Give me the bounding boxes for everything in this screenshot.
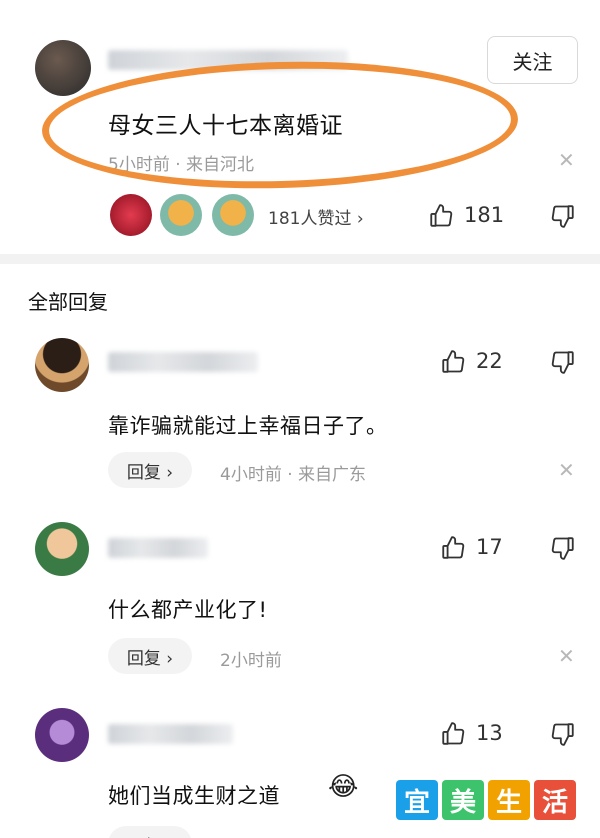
- comment-avatar[interactable]: [35, 708, 89, 762]
- likers-summary-link[interactable]: 181人赞过 ›: [268, 204, 364, 229]
- thumbs-down-icon[interactable]: [550, 536, 576, 562]
- comment-username-blurred: [108, 352, 258, 372]
- comment-like-button[interactable]: 13: [440, 720, 503, 746]
- reply-button[interactable]: 回复 ›: [108, 826, 192, 838]
- comment-avatar[interactable]: [35, 338, 89, 392]
- thumbs-up-icon: [442, 350, 465, 373]
- watermark-char: 生: [488, 780, 530, 820]
- comment-text: 靠诈骗就能过上幸福日子了。: [108, 414, 388, 438]
- watermark-char: 活: [534, 780, 576, 820]
- post-like-count: 181: [464, 203, 505, 227]
- watermark-char: 美: [442, 780, 484, 820]
- liker-avatar-2[interactable]: [160, 194, 202, 236]
- comment-meta: 2小时前: [220, 651, 282, 671]
- thumbs-up-icon: [430, 204, 453, 227]
- liker-avatar-3[interactable]: [212, 194, 254, 236]
- dismiss-icon[interactable]: ✕: [558, 148, 575, 172]
- watermark-char: 宜: [396, 780, 438, 820]
- thumbs-up-icon: [442, 722, 465, 745]
- follow-button[interactable]: 关注: [487, 36, 578, 84]
- post-like-button[interactable]: 181: [428, 202, 504, 228]
- comment-like-count: 13: [476, 721, 503, 745]
- thumbs-down-icon[interactable]: [550, 722, 576, 748]
- comment-like-button[interactable]: 22: [440, 348, 503, 374]
- thumbs-down-icon[interactable]: [550, 204, 576, 230]
- annotation-circle: [40, 55, 520, 195]
- comment-avatar[interactable]: [35, 522, 89, 576]
- watermark-logo: 宜 美 生 活: [396, 780, 576, 820]
- post-author-avatar[interactable]: [35, 40, 91, 96]
- dismiss-icon[interactable]: ✕: [558, 458, 575, 482]
- thumbs-up-icon: [442, 536, 465, 559]
- reply-button[interactable]: 回复 ›: [108, 452, 192, 488]
- emoji-icon: 😂: [328, 772, 359, 802]
- reply-button[interactable]: 回复 ›: [108, 638, 192, 674]
- comment-username-blurred: [108, 724, 233, 744]
- all-replies-title: 全部回复: [28, 290, 108, 314]
- thumbs-down-icon[interactable]: [550, 350, 576, 376]
- comment-like-count: 22: [476, 349, 503, 373]
- section-divider: [0, 254, 600, 264]
- comment-username-blurred: [108, 538, 208, 558]
- comment-text: 什么都产业化了!: [108, 598, 268, 622]
- liker-avatar-1[interactable]: [110, 194, 152, 236]
- comment-like-button[interactable]: 17: [440, 534, 503, 560]
- dismiss-icon[interactable]: ✕: [558, 644, 575, 668]
- comment-meta: 4小时前 · 来自广东: [220, 465, 367, 485]
- comment-like-count: 17: [476, 535, 503, 559]
- comment-text: 她们当成生财之道: [108, 784, 280, 808]
